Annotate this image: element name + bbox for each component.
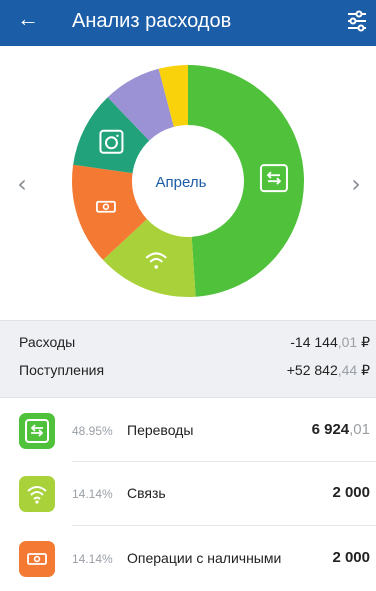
expenses-int: -14 144 <box>290 334 338 350</box>
income-currency: ₽ <box>357 362 370 378</box>
item-percent: 14.14% <box>72 552 113 566</box>
arrow-left-icon: ← <box>17 6 39 31</box>
item-amount-int: 6 924 <box>311 421 350 438</box>
page-title: Анализ расходов <box>72 10 232 32</box>
income-int: +52 842 <box>286 362 338 378</box>
chart-center-label[interactable]: Апрель <box>136 174 226 191</box>
item-amount-int: 2 000 <box>332 549 370 566</box>
income-value: +52 842,44 ₽ <box>287 362 370 379</box>
back-button[interactable]: ← <box>12 6 44 34</box>
item-name: Связь <box>127 485 166 501</box>
expenses-label: Расходы <box>19 334 76 350</box>
item-amount: 2 000 <box>332 484 370 501</box>
category-list: 48.95% Переводы 6 924,01 14.14% Связь 2 … <box>0 397 376 587</box>
item-name: Переводы <box>127 422 194 438</box>
list-item[interactable]: 48.95% Переводы 6 924,01 <box>0 397 376 462</box>
wifi-icon <box>19 476 55 512</box>
income-label: Поступления <box>19 362 105 378</box>
item-percent: 48.95% <box>72 424 113 438</box>
item-amount-int: 2 000 <box>332 484 370 501</box>
item-amount-dec: ,01 <box>349 421 370 438</box>
item-amount: 2 000 <box>332 549 370 566</box>
app-header: ← Анализ расходов <box>0 0 376 46</box>
list-item[interactable]: 14.14% Операции с наличными 2 000 <box>0 526 376 591</box>
item-percent: 14.14% <box>72 487 113 501</box>
expenses-value: -14 144,01 ₽ <box>290 334 370 351</box>
filter-button[interactable] <box>344 6 370 34</box>
expenses-row: Расходы -14 144,01 ₽ <box>19 334 370 356</box>
category-icon-bg <box>19 413 55 449</box>
transfer-icon <box>19 413 55 449</box>
income-dec: ,44 <box>337 362 358 378</box>
summary-panel: Расходы -14 144,01 ₽ Поступления +52 842… <box>0 320 376 398</box>
item-amount: 6 924,01 <box>312 421 370 438</box>
expenses-dec: ,01 <box>337 334 358 350</box>
income-row: Поступления +52 842,44 ₽ <box>19 362 370 384</box>
list-item[interactable]: 14.14% Связь 2 000 <box>0 462 376 527</box>
sliders-icon <box>348 10 366 32</box>
category-icon-bg <box>19 541 55 577</box>
category-icon-bg <box>19 476 55 512</box>
expenses-currency: ₽ <box>357 334 370 350</box>
item-name: Операции с наличными <box>127 550 282 566</box>
cash-icon <box>19 541 55 577</box>
